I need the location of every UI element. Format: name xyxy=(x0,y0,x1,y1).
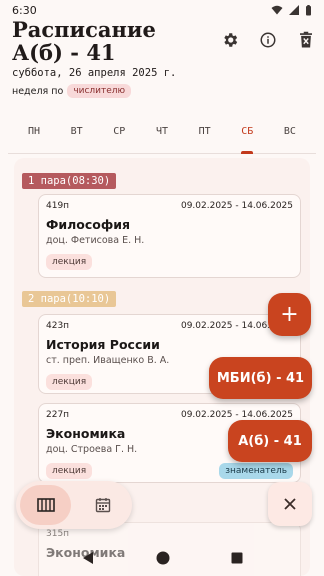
delete-icon xyxy=(300,31,312,48)
home-icon[interactable] xyxy=(156,551,170,565)
card-header: 315п xyxy=(46,529,293,539)
subject: История России xyxy=(46,337,160,352)
card-chips: лекция xyxy=(46,254,293,270)
tab-sunday[interactable]: ВС xyxy=(272,118,308,153)
wifi-icon xyxy=(271,5,283,15)
tab-saturday[interactable]: СБ xyxy=(229,118,265,154)
week-parity-chip: числителю xyxy=(67,84,132,98)
back-icon[interactable] xyxy=(81,551,95,565)
card-header: 423п 09.02.2025 - 14.06.2025 xyxy=(46,321,293,331)
group-a-button[interactable]: А(б) - 41 xyxy=(228,420,312,462)
gear-icon xyxy=(224,33,238,47)
status-icons xyxy=(271,4,312,16)
day-tabs: ПН ВТ СР ЧТ ПТ СБ ВС xyxy=(8,118,316,154)
group-mbi-button[interactable]: МБИ(б) - 41 xyxy=(209,357,312,399)
signal-icon xyxy=(289,5,299,15)
view-toggle xyxy=(16,481,132,529)
tab-friday[interactable]: ПТ xyxy=(187,118,223,153)
tab-thursday[interactable]: ЧТ xyxy=(144,118,180,153)
room: 227п xyxy=(46,410,70,420)
class-type-chip: лекция xyxy=(46,463,93,479)
delete-button[interactable] xyxy=(296,30,316,50)
current-date: суббота, 26 апреля 2025 г. xyxy=(12,67,177,79)
week-parity: неделя по числителю xyxy=(12,84,312,98)
class-type-chip: лекция xyxy=(46,374,93,390)
header-actions xyxy=(220,30,316,50)
card-chips: лекция знаменатель xyxy=(46,463,293,479)
close-icon xyxy=(284,498,296,510)
slot-label: 2 пара(10:10) xyxy=(22,291,117,307)
teacher: доц. Фетисова Е. Н. xyxy=(46,235,145,246)
tab-wednesday[interactable]: СР xyxy=(101,118,137,153)
battery-icon xyxy=(306,4,311,15)
class-card[interactable]: 419п 09.02.2025 - 14.06.2025 Философия д… xyxy=(38,194,301,278)
status-time: 6:30 xyxy=(12,3,37,17)
system-nav-bar xyxy=(0,540,324,576)
tab-tuesday[interactable]: ВТ xyxy=(59,118,95,153)
tab-monday[interactable]: ПН xyxy=(16,118,52,153)
room: 419п xyxy=(46,201,70,211)
room: 315п xyxy=(46,529,70,539)
week-label: неделя по xyxy=(12,85,64,97)
info-icon xyxy=(260,32,276,48)
card-header: 227п 09.02.2025 - 14.06.2025 xyxy=(46,410,293,420)
calendar-view-button[interactable] xyxy=(77,485,128,525)
date-range: 09.02.2025 - 14.06.2025 xyxy=(180,201,293,211)
add-button[interactable]: + xyxy=(268,293,311,336)
recents-icon[interactable] xyxy=(231,552,243,564)
settings-button[interactable] xyxy=(220,30,240,50)
class-type-chip: лекция xyxy=(46,254,93,270)
info-button[interactable] xyxy=(258,30,278,50)
card-header: 419п 09.02.2025 - 14.06.2025 xyxy=(46,201,293,211)
date-range: 09.02.2025 - 14.06.2025 xyxy=(180,410,293,420)
slot-label: 1 пара(08:30) xyxy=(22,173,117,189)
week-view-button[interactable] xyxy=(20,485,71,525)
calendar-icon xyxy=(95,498,110,513)
week-type-chip: знаменатель xyxy=(219,463,293,479)
close-fab-button[interactable] xyxy=(268,482,312,526)
subject: Философия xyxy=(46,217,131,232)
columns-icon xyxy=(36,498,55,512)
room: 423п xyxy=(46,321,70,331)
